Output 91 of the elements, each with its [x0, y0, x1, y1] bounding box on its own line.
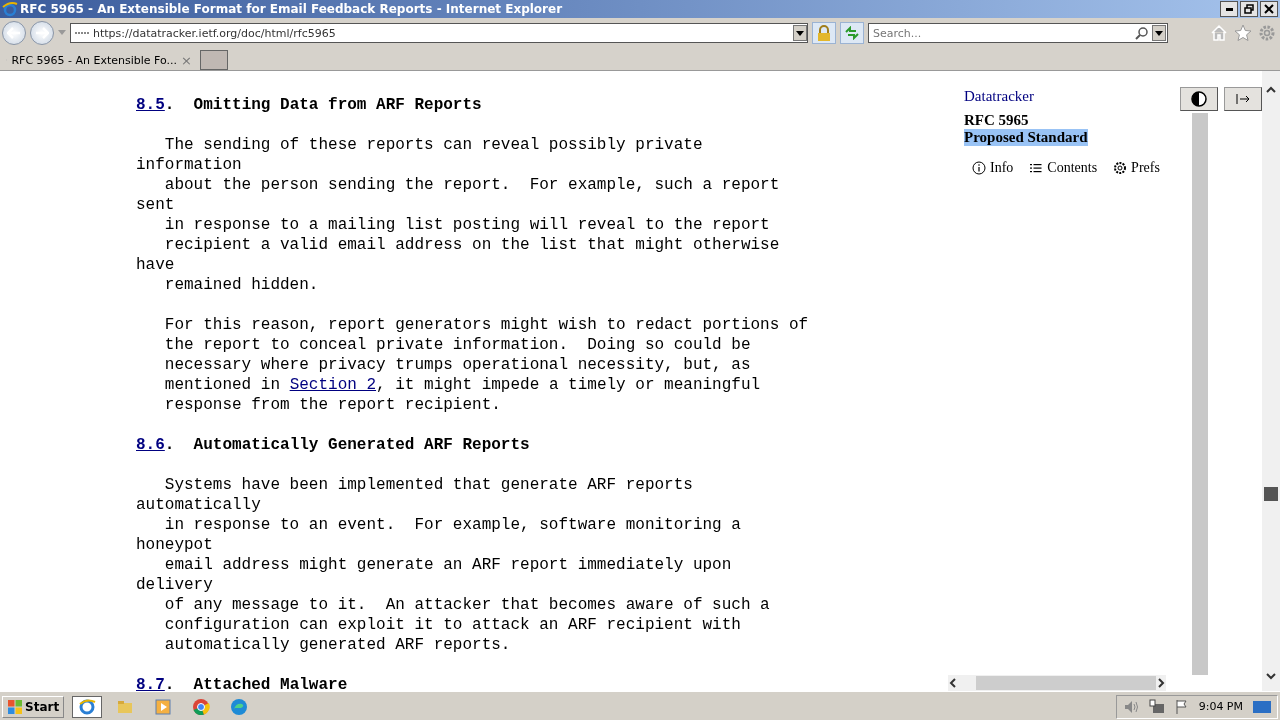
caret-icon: [796, 30, 804, 36]
text-line: remained hidden.: [163, 275, 320, 295]
flag-icon[interactable]: [1174, 698, 1189, 715]
contrast-icon: [1191, 91, 1207, 107]
text-line: have: [136, 255, 176, 275]
right-chevron-icon: [1156, 677, 1166, 689]
windows-flag-icon: [7, 698, 23, 715]
list-icon: [1029, 161, 1044, 175]
section-number-link[interactable]: 8.7: [136, 675, 165, 691]
refresh-button[interactable]: [840, 22, 864, 44]
back-button[interactable]: [2, 21, 26, 45]
info-icon: [972, 161, 986, 175]
search-field[interactable]: Search...: [868, 23, 1168, 43]
text-line: For this reason, report generators might wish to redact portions of: [163, 315, 810, 335]
sidebar-nav-link[interactable]: Info: [972, 160, 1014, 176]
vertical-scrollbar[interactable]: [1262, 71, 1280, 691]
scrollbar-thumb[interactable]: [976, 676, 1156, 690]
text-line: the report to conceal private information. Doing so could be: [163, 335, 752, 355]
text-line: automatically generated ARF reports.: [163, 635, 512, 655]
close-button[interactable]: [1260, 1, 1278, 17]
minimize-button[interactable]: [1220, 1, 1238, 17]
minimize-icon: [1225, 7, 1233, 11]
section-number-link[interactable]: 8.5: [136, 95, 165, 115]
sidebar-scroll-track[interactable]: [1192, 113, 1208, 675]
scrollbar-thumb[interactable]: [1264, 487, 1278, 501]
restore-icon: [1244, 4, 1254, 14]
start-button[interactable]: Start: [2, 695, 65, 718]
settings-icon: [1113, 161, 1128, 175]
sidebar-nav-link[interactable]: Prefs: [1113, 160, 1160, 176]
text-line: sent: [136, 195, 176, 215]
taskbar-app[interactable]: [72, 695, 103, 718]
horizontal-scrollbar[interactable]: [948, 675, 1166, 691]
window-title: RFC 5965 - An Extensible Format for Email Feedback Reports - Internet Explorer: [20, 2, 564, 16]
text-line: email address might generate an ARF report immediately upon: [163, 555, 733, 575]
browser-icon: [2, 1, 18, 17]
speaker-icon[interactable]: [1122, 699, 1139, 714]
forward-arrow-icon: [35, 27, 49, 39]
lock-button[interactable]: [812, 22, 836, 44]
status-label: Proposed Standard: [964, 129, 1088, 146]
contrast-button[interactable]: [1180, 87, 1218, 111]
text-line: information: [136, 155, 243, 175]
text-line: of any message to it. An attacker that becomes aware of such a: [163, 595, 771, 615]
text-line: honeypot: [136, 535, 214, 555]
text-line: in response to an event. For example, software monitoring a: [163, 515, 742, 535]
media-player-icon[interactable]: [154, 697, 173, 716]
search-icon[interactable]: [1135, 26, 1149, 40]
text-line: about the person sending the report. For example, such a report: [163, 175, 781, 195]
text-line: The sending of these reports can reveal possibly private: [163, 135, 704, 155]
section-link[interactable]: Section 2: [289, 376, 377, 394]
text-line: response from the report recipient.: [163, 395, 502, 415]
address-field[interactable]: https://datatracker.ietf.org/doc/html/rfc5965: [70, 23, 808, 43]
caret-icon: [1155, 30, 1163, 36]
section-number-link[interactable]: 8.6: [136, 435, 165, 455]
section-heading: . Omitting Data from ARF Reports: [164, 95, 482, 115]
browser-icon[interactable]: [78, 697, 97, 716]
caret-icon[interactable]: [58, 30, 66, 36]
section-heading: . Attached Malware: [164, 675, 348, 691]
left-chevron-icon: [948, 677, 958, 689]
forward-button[interactable]: [30, 21, 54, 45]
text-line: in response to a mailing list posting will reveal to the report: [163, 215, 771, 235]
search-dropdown[interactable]: [1152, 25, 1166, 41]
new-tab-button[interactable]: [200, 50, 228, 70]
text-line: configuration can exploit it to attack an ARF recipient with: [163, 615, 742, 635]
home-icon[interactable]: [1210, 24, 1228, 42]
section-heading: . Automatically Generated ARF Reports: [164, 435, 530, 455]
text-line: recipient a valid email address on the list that might otherwise: [163, 235, 781, 255]
text-line: necessary where privacy trumps operational necessity, but, as: [163, 355, 752, 375]
close-icon: [1264, 4, 1274, 14]
settings-icon[interactable]: [1258, 24, 1276, 42]
collapse-sidebar-button[interactable]: [1224, 87, 1262, 111]
lock-icon: [817, 25, 831, 41]
show-desktop-icon[interactable]: [1253, 699, 1271, 714]
edge-icon[interactable]: [230, 697, 249, 716]
address-dropdown[interactable]: [793, 25, 807, 41]
text-line: delivery: [136, 575, 214, 595]
back-arrow-icon: [7, 27, 21, 39]
datatracker-link[interactable]: Datatracker: [964, 88, 1034, 105]
arrow-to-bar-icon: [1235, 93, 1251, 105]
text-line: mentioned in Section 2, it might impede a timely or meaningful: [163, 375, 762, 395]
chrome-icon[interactable]: [192, 697, 211, 716]
text-line: Systems have been implemented that generate ARF reports: [163, 475, 694, 495]
network-icon[interactable]: [1148, 698, 1165, 715]
rfc-number: RFC 5965: [964, 112, 1029, 129]
favorites-star-icon[interactable]: [1234, 24, 1252, 42]
up-chevron-icon: [1265, 85, 1277, 95]
sidebar-nav-link[interactable]: Contents: [1029, 160, 1098, 176]
clock: 9:04 PM: [1198, 700, 1243, 713]
down-chevron-icon: [1265, 671, 1277, 681]
restore-button[interactable]: [1240, 1, 1258, 17]
text-line: automatically: [136, 495, 262, 515]
refresh-arrows-icon: [844, 26, 860, 40]
